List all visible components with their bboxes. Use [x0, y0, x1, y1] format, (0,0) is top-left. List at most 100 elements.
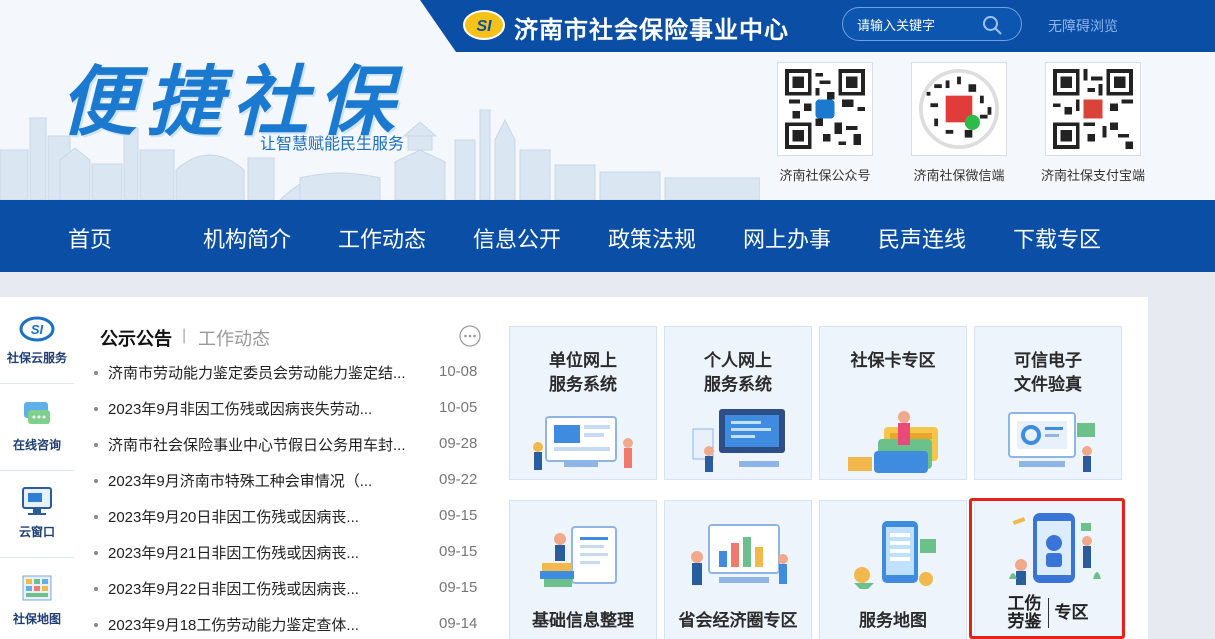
news-title: 2023年9月非因工伤残或因病丧失劳动... — [108, 401, 373, 418]
list-item[interactable]: 2023年9月20日非因工伤残或因病丧... 09-15 — [94, 506, 484, 530]
search-icon[interactable] — [981, 14, 1003, 36]
sidebar-item-label: 云窗口 — [18, 525, 55, 539]
title-divider — [1047, 598, 1049, 628]
bullet-icon — [94, 479, 98, 483]
news-date: 10-08 — [439, 363, 478, 380]
tile-title: 服务地图 — [859, 611, 927, 630]
sidebar-item-label: 社保云服务 — [6, 351, 67, 365]
nav-item-policy[interactable]: 政策法规 — [608, 222, 696, 254]
qr-code-alipay — [1045, 62, 1141, 156]
news-title: 2023年9月20日非因工伤残或因病丧... — [108, 509, 359, 526]
news-title: 2023年9月21日非因工伤残或因病丧... — [108, 545, 359, 562]
injury-zone-illustration-icon — [1009, 513, 1101, 585]
tile-economic-circle[interactable]: 省会经济圈专区 — [664, 500, 812, 639]
sidebar-item-cloud-service[interactable]: SI 社保云服务 — [0, 297, 74, 384]
tile-title: 工伤 劳鉴 专区 — [975, 595, 1121, 631]
tile-personal-online-service[interactable]: 个人网上 服务系统 — [664, 326, 812, 480]
svg-text:SI: SI — [31, 322, 44, 337]
qr-label-wechat: 济南社保微信端 — [913, 168, 1005, 183]
list-item[interactable]: 济南市社会保险事业中心节假日公务用车封... 09-28 — [94, 434, 484, 458]
map-icon — [22, 575, 52, 601]
tile-title-right: 专区 — [1054, 603, 1089, 622]
main-nav: 首页 机构简介 工作动态 信息公开 政策法规 网上办事 民声连线 下载专区 — [0, 200, 1215, 272]
news-title: 2023年9月18工伤劳动能力鉴定查体... — [108, 617, 359, 634]
bullet-icon — [94, 371, 98, 375]
nav-item-public-voice[interactable]: 民声连线 — [878, 222, 966, 254]
file-verify-illustration-icon — [1008, 412, 1095, 472]
tile-unit-online-service[interactable]: 单位网上 服务系统 — [509, 326, 657, 480]
nav-item-downloads[interactable]: 下载专区 — [1013, 222, 1101, 254]
sidebar-item-label: 社保地图 — [12, 612, 61, 626]
accessibility-link[interactable]: 无障碍浏览 — [1048, 16, 1118, 36]
nav-item-work-news[interactable]: 工作动态 — [338, 222, 426, 254]
monitor-icon — [22, 487, 52, 515]
news-title: 2023年9月22日非因工伤残或因病丧... — [108, 581, 359, 598]
tile-title-left: 工伤 劳鉴 — [1007, 594, 1042, 631]
sidebar-item-map[interactable]: 社保地图 — [0, 558, 74, 639]
news-date: 09-28 — [439, 435, 478, 452]
sidebar-item-cloud-window[interactable]: 云窗口 — [0, 471, 74, 558]
social-insurance-logo-icon: SI — [463, 10, 505, 40]
qr-code-official-account — [777, 62, 873, 156]
bullet-icon — [94, 551, 98, 555]
slogan-subtitle: 让智慧赋能民生服务 — [260, 136, 405, 153]
qr-code-icon — [919, 69, 999, 149]
list-item[interactable]: 2023年9月21日非因工伤残或因病丧... 09-15 — [94, 542, 484, 566]
quick-sidebar: SI 社保云服务 在线咨询 云窗口 社保地图 — [0, 297, 74, 639]
qr-code-wechat — [911, 62, 1007, 156]
personal-service-illustration-icon — [692, 409, 785, 472]
service-map-illustration-icon — [854, 521, 936, 589]
tab-work-news[interactable]: 工作动态 — [198, 325, 270, 351]
nav-item-online-service[interactable]: 网上办事 — [743, 222, 831, 254]
news-date: 09-15 — [439, 507, 478, 524]
bullet-icon — [94, 587, 98, 591]
bullet-icon — [94, 443, 98, 447]
online-service-illustration-icon — [533, 416, 633, 470]
tile-title: 可信电子 文件验真 — [1014, 351, 1082, 394]
search-input[interactable] — [857, 15, 977, 35]
qr-code-icon — [1053, 69, 1133, 149]
news-date: 09-22 — [439, 471, 478, 488]
list-item[interactable]: 2023年9月济南市特殊工种会审情况（... 09-22 — [94, 470, 484, 494]
svg-text:SI: SI — [476, 18, 492, 35]
qr-code-icon — [785, 69, 865, 149]
site-header: SI 济南市社会保险事业中心 无障碍浏览 便捷社保 让智慧赋能民生服务 济南社保… — [0, 0, 1215, 200]
tile-basic-info[interactable]: 基础信息整理 — [509, 500, 657, 639]
sidebar-item-label: 在线咨询 — [12, 438, 61, 452]
tile-injury-appraisal-zone[interactable]: 工伤 劳鉴 专区 — [974, 500, 1122, 639]
bullet-icon — [94, 623, 98, 627]
list-item[interactable]: 2023年9月22日非因工伤残或因病丧... 09-15 — [94, 578, 484, 602]
news-date: 09-15 — [439, 579, 478, 596]
site-title: 济南市社会保险事业中心 — [514, 17, 789, 44]
chat-icon — [24, 402, 50, 424]
tile-title: 个人网上 服务系统 — [704, 351, 772, 394]
tile-title: 省会经济圈专区 — [678, 611, 798, 630]
tile-e-file-verify[interactable]: 可信电子 文件验真 — [974, 326, 1122, 480]
bullet-icon — [94, 515, 98, 519]
economic-circle-illustration-icon — [691, 524, 788, 585]
news-date: 10-05 — [439, 399, 478, 416]
nav-item-info-disclosure[interactable]: 信息公开 — [473, 222, 561, 254]
cloud-service-icon: SI — [19, 316, 55, 342]
list-item[interactable]: 济南市劳动能力鉴定委员会劳动能力鉴定结... 10-08 — [94, 362, 484, 386]
social-card-illustration-icon — [848, 411, 938, 473]
tile-title: 基础信息整理 — [532, 611, 634, 630]
tile-title: 社保卡专区 — [850, 351, 936, 370]
search-box — [842, 7, 1022, 41]
bullet-icon — [94, 407, 98, 411]
more-icon[interactable] — [459, 325, 481, 347]
sidebar-item-online-consult[interactable]: 在线咨询 — [0, 384, 74, 471]
nav-item-home[interactable]: 首页 — [68, 222, 112, 254]
news-date: 09-14 — [439, 615, 478, 632]
list-item[interactable]: 2023年9月非因工伤残或因病丧失劳动... 10-05 — [94, 398, 484, 422]
tab-announcements[interactable]: 公示公告 — [100, 325, 172, 351]
list-item[interactable]: 2023年9月18工伤劳动能力鉴定查体... 09-14 — [94, 614, 484, 638]
tab-separator: | — [182, 327, 187, 344]
tile-title: 单位网上 服务系统 — [549, 351, 617, 394]
basic-info-illustration-icon — [540, 526, 617, 587]
tile-service-map[interactable]: 服务地图 — [819, 500, 967, 639]
qr-label-alipay: 济南社保支付宝端 — [1040, 168, 1145, 183]
tile-social-card[interactable]: 社保卡专区 — [819, 326, 967, 480]
news-title: 济南市劳动能力鉴定委员会劳动能力鉴定结... — [108, 365, 406, 382]
nav-item-about[interactable]: 机构简介 — [203, 222, 291, 254]
